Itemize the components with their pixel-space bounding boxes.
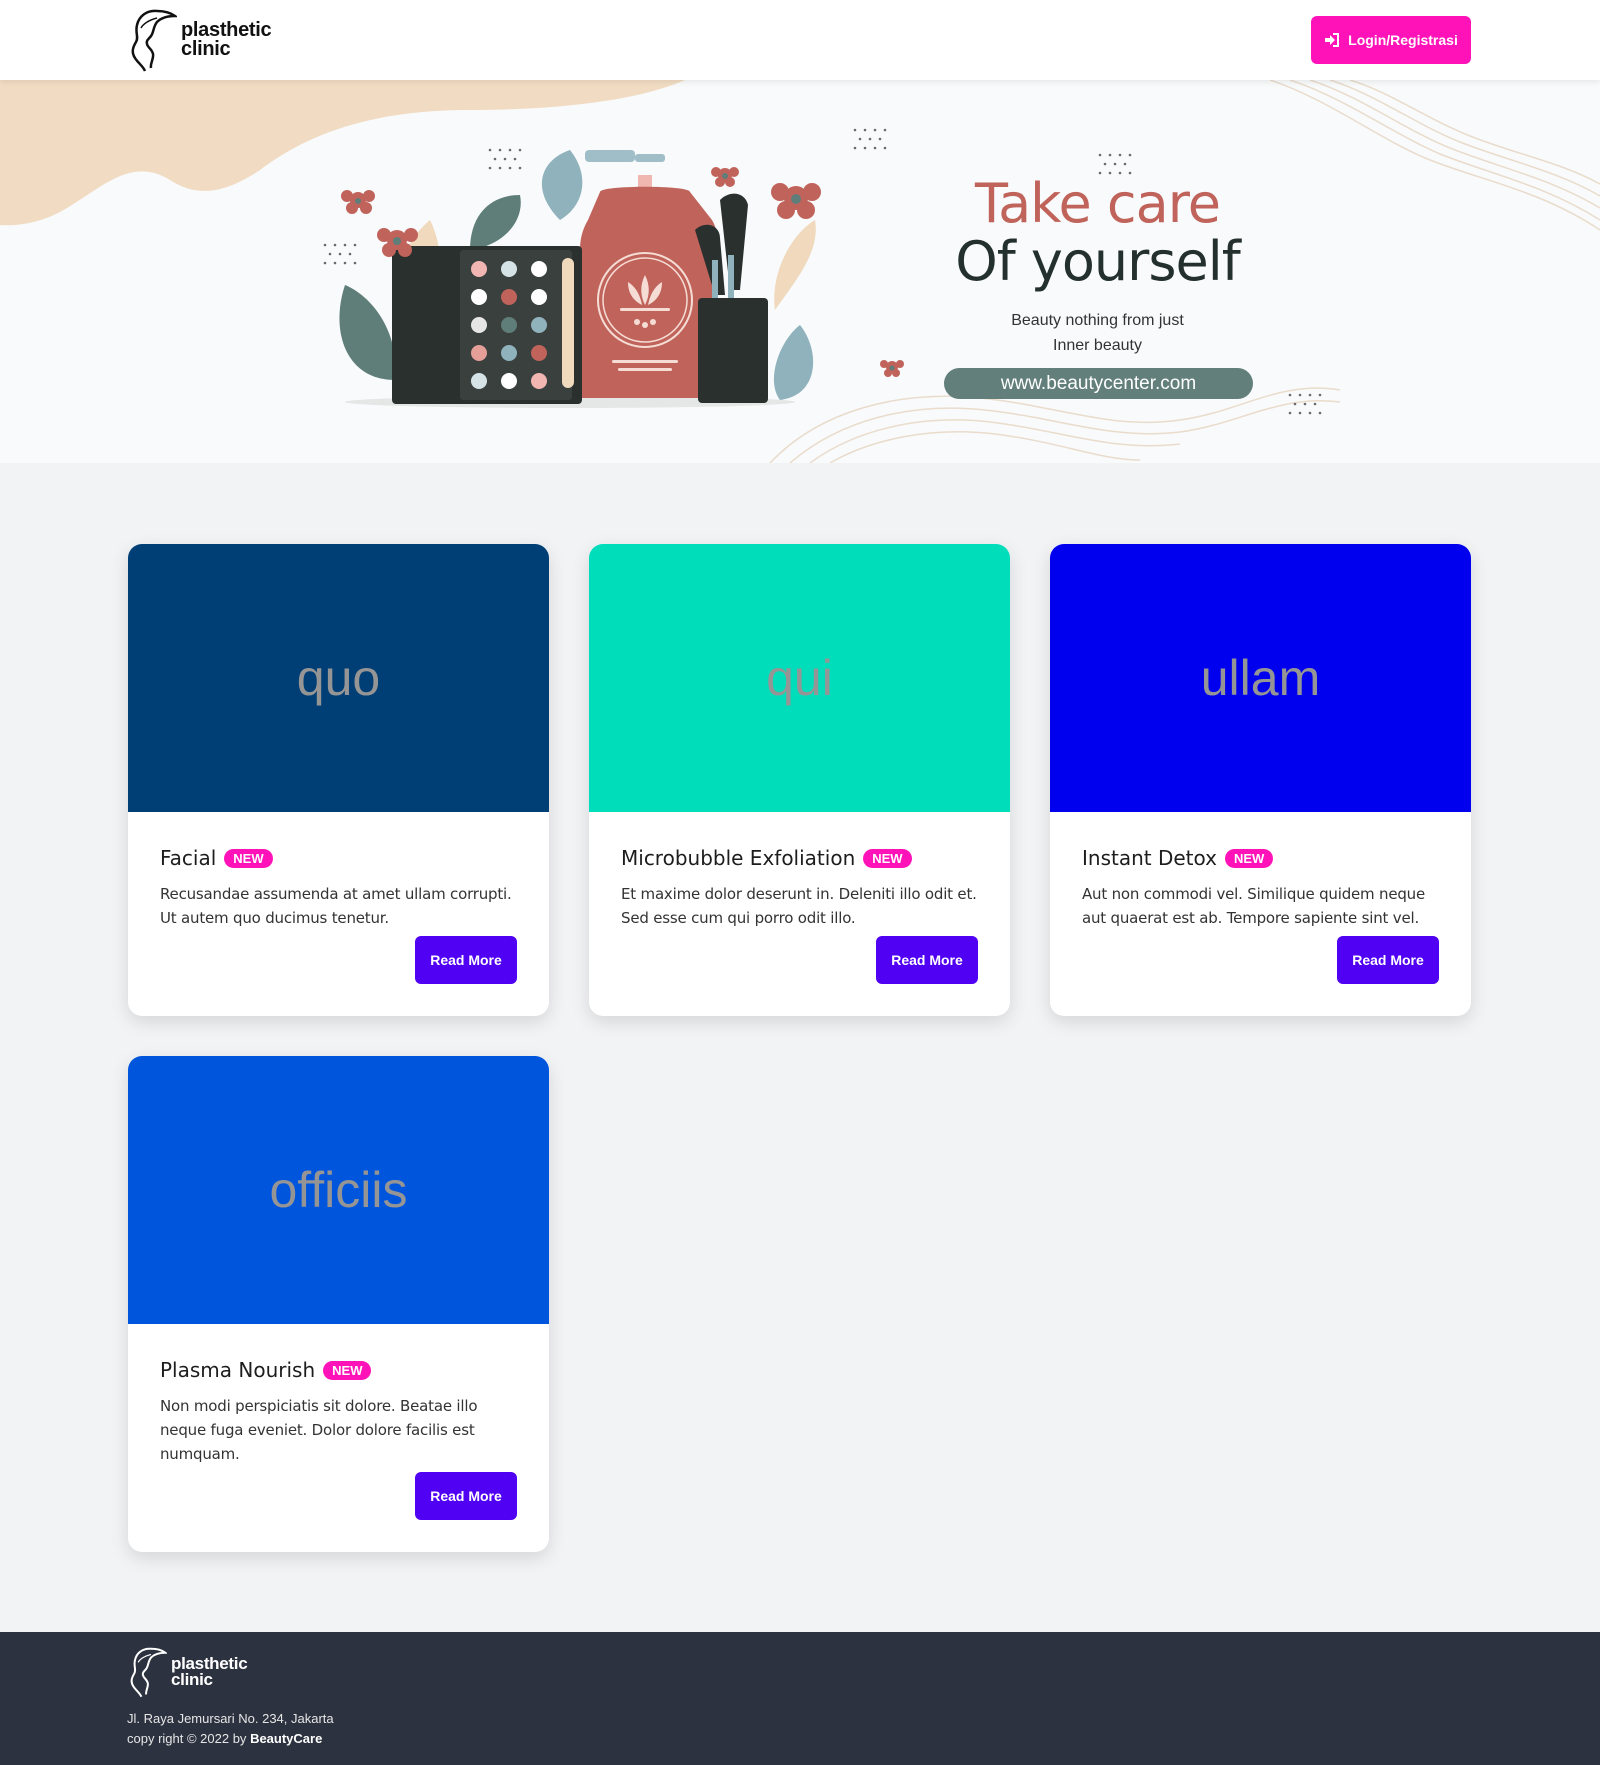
login-button-label: Login/Registrasi xyxy=(1348,32,1458,48)
card-title: Plasma Nourish xyxy=(160,1358,316,1382)
read-more-button[interactable]: Read More xyxy=(1337,936,1439,984)
brand-name: plasthetic clinic xyxy=(181,20,272,60)
sign-in-icon xyxy=(1325,33,1340,47)
card-image: officiis xyxy=(128,1056,549,1324)
footer-brand-line-2: clinic xyxy=(171,1670,213,1689)
footer: plasthetic clinic Jl. Raya Jemursari No.… xyxy=(0,1632,1600,1765)
read-more-button[interactable]: Read More xyxy=(415,1472,517,1520)
footer-brand-logo[interactable]: plasthetic clinic xyxy=(127,1646,248,1698)
hero-url-pill: www.beautycenter.com xyxy=(944,368,1253,399)
read-more-button[interactable]: Read More xyxy=(415,936,517,984)
read-more-button[interactable]: Read More xyxy=(876,936,978,984)
new-badge: NEW xyxy=(863,848,912,868)
new-badge: NEW xyxy=(224,848,273,868)
service-card: ullam Instant Detox NEW Aut non commodi … xyxy=(1050,544,1471,1016)
card-description: Aut non commodi vel. Similique quidem ne… xyxy=(1082,885,1426,927)
woman-silhouette-icon xyxy=(130,1647,167,1698)
footer-copyright: copy right © 2022 by BeautyCare xyxy=(127,1731,322,1746)
footer-address: Jl. Raya Jemursari No. 234, Jakarta xyxy=(127,1711,334,1726)
hero-banner: Take care Of yourself Beauty nothing fro… xyxy=(0,80,1600,463)
card-title-row: Facial NEW xyxy=(160,846,517,870)
card-title: Facial xyxy=(160,846,217,870)
hero-subtitle-line-1: Beauty nothing from just xyxy=(1011,312,1184,329)
service-card: qui Microbubble Exfoliation NEW Et maxim… xyxy=(589,544,1010,1016)
card-title: Instant Detox xyxy=(1082,846,1217,870)
hero-title-line-2: Of yourself xyxy=(955,230,1240,293)
card-title: Microbubble Exfoliation xyxy=(621,846,856,870)
hero-subtitle: Beauty nothing from just Inner beauty xyxy=(920,308,1275,358)
card-title-row: Plasma Nourish NEW xyxy=(160,1358,517,1382)
copyright-brand: BeautyCare xyxy=(250,1731,323,1746)
copyright-text: copy right © 2022 by xyxy=(127,1731,247,1746)
hero-illustration xyxy=(0,80,1600,463)
card-description: Non modi perspiciatis sit dolore. Beatae… xyxy=(160,1397,478,1463)
footer-brand-name: plasthetic clinic xyxy=(171,1655,248,1689)
card-description: Recusandae assumenda at amet ullam corru… xyxy=(160,885,512,927)
card-image: quo xyxy=(128,544,549,812)
card-title-row: Microbubble Exfoliation NEW xyxy=(621,846,978,870)
new-badge: NEW xyxy=(323,1360,372,1380)
brand-line-2: clinic xyxy=(181,38,231,60)
brand-logo[interactable]: plasthetic clinic xyxy=(127,8,272,72)
login-register-button[interactable]: Login/Registrasi xyxy=(1311,16,1471,64)
service-card: quo Facial NEW Recusandae assumenda at a… xyxy=(128,544,549,1016)
card-description: Et maxime dolor deserunt in. Deleniti il… xyxy=(621,885,977,927)
woman-silhouette-icon xyxy=(131,9,177,72)
new-badge: NEW xyxy=(1224,848,1274,868)
card-image: qui xyxy=(589,544,1010,812)
card-title-row: Instant Detox NEW xyxy=(1082,846,1439,870)
hero-subtitle-line-2: Inner beauty xyxy=(1053,337,1142,354)
card-image: ullam xyxy=(1050,544,1471,812)
service-card: officiis Plasma Nourish NEW Non modi per… xyxy=(128,1056,549,1552)
hero-title-line-1: Take care xyxy=(975,172,1221,235)
navbar: plasthetic clinic Login/Registrasi xyxy=(0,0,1600,80)
